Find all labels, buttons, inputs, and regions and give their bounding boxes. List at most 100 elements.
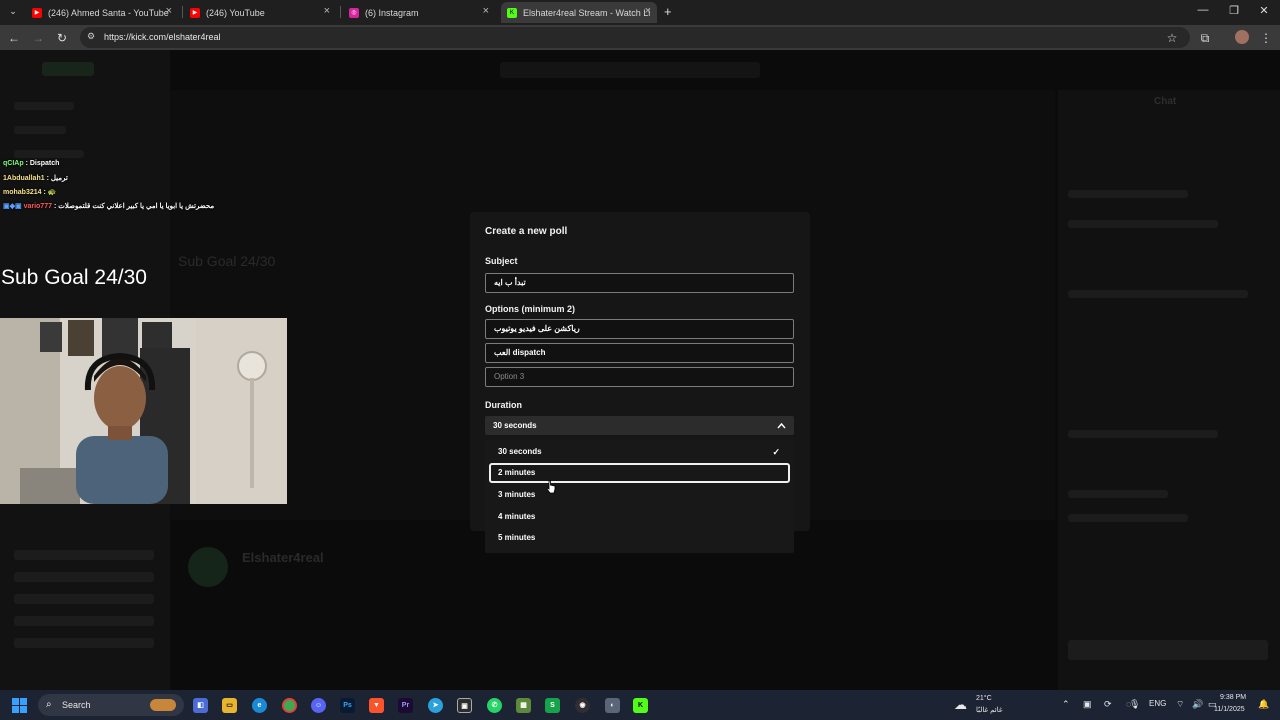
windows-start-icon[interactable] (12, 698, 27, 713)
reload-button[interactable]: ↻ (54, 30, 70, 46)
tab-instagram[interactable]: ◎ (6) Instagram × (343, 2, 495, 23)
duration-option-3m[interactable]: 3 minutes (489, 485, 790, 505)
tab-list-button[interactable]: ⌄ (6, 6, 20, 20)
close-tab-icon[interactable]: × (166, 5, 172, 17)
chat-username: mohab3214 (3, 189, 42, 196)
chat-message: : محضرتش يا ابويا يا امي يا كبير اعلاني … (53, 203, 215, 210)
url-text: https://kick.com/elshater4real (104, 32, 221, 42)
duration-select[interactable]: 30 seconds (485, 416, 794, 435)
brave-icon[interactable]: ▼ (369, 698, 384, 713)
duration-option-label: 3 minutes (498, 490, 536, 499)
dim-chat-line (1068, 220, 1218, 228)
duration-option-4m[interactable]: 4 minutes (489, 507, 790, 527)
close-window-button[interactable]: ✕ (1254, 4, 1274, 17)
chat-message: : ترميل (46, 175, 68, 182)
minecraft-icon[interactable]: ▦ (516, 698, 531, 713)
obs-icon[interactable]: ◉ (575, 698, 590, 713)
dim-streamer-avatar (188, 547, 228, 587)
duration-option-2m[interactable]: 2 minutes (489, 463, 790, 483)
app-green-icon[interactable]: S (545, 698, 560, 713)
volume-icon[interactable]: 🔊 (1192, 699, 1203, 710)
dim-nav-item (14, 150, 84, 158)
subject-input[interactable]: تبدأ ب ايه (485, 273, 794, 293)
app-gray-icon[interactable]: ◐ (605, 698, 620, 713)
telegram-icon[interactable]: ➤ (428, 698, 443, 713)
bookmark-star-icon[interactable]: ☆ (1164, 30, 1180, 46)
tab-kick-active[interactable]: K Elshater4real Stream - Watch Li × (501, 2, 657, 23)
duration-option-5m[interactable]: 5 minutes (489, 528, 790, 548)
webcam-feed (0, 318, 287, 504)
clock-time[interactable]: 9:38 PM (1220, 694, 1246, 701)
language-indicator[interactable]: ENG (1149, 699, 1166, 708)
duration-option-label: 4 minutes (498, 512, 536, 521)
dim-channel-row (14, 594, 154, 604)
mouse-cursor-icon (546, 480, 556, 494)
instagram-icon: ◎ (349, 7, 359, 18)
file-explorer-icon[interactable]: ▭ (222, 698, 237, 713)
option-1-input[interactable]: رياكشن على فيديو يوتيوب (485, 319, 794, 339)
tab-title: Elshater4real Stream - Watch Li (523, 7, 651, 18)
dim-nav-item (14, 126, 66, 134)
kick-app-icon[interactable]: K (633, 698, 648, 713)
browser-menu-icon[interactable]: ⋮ (1258, 30, 1274, 46)
dim-channel-row (14, 616, 154, 626)
checkmark-icon: ✓ (772, 447, 780, 457)
show-hidden-icons-icon[interactable]: ⌃ (1062, 699, 1070, 710)
app-icon[interactable]: ▣ (457, 698, 472, 713)
new-tab-button[interactable]: + (664, 4, 672, 19)
overlay-chat-line: mohab3214 : 🐢 (3, 188, 56, 196)
notification-bell-icon[interactable]: 🔔 (1258, 699, 1269, 710)
overlay-chat-line: 1Abduallah1 : ترميل (3, 174, 68, 182)
windows-taskbar: ⌕ Search ◧ ▭ e ☺ Ps ▼ Pr ➤ ▣ ✆ ▦ S ◉ ◐ K… (0, 690, 1280, 720)
dim-channel-row (14, 638, 154, 648)
whatsapp-icon[interactable]: ✆ (487, 698, 502, 713)
chrome-icon[interactable] (282, 698, 297, 713)
chat-message: : 🐢 (43, 189, 57, 196)
premiere-icon[interactable]: Pr (398, 698, 413, 713)
webcam-scene-image (0, 318, 287, 504)
dim-search-bar (500, 62, 760, 78)
close-tab-icon[interactable]: × (645, 5, 651, 17)
search-icon: ⌕ (46, 699, 52, 710)
tray-sync-icon[interactable]: ⟳ (1104, 699, 1112, 710)
duration-option-label: 30 seconds (498, 447, 542, 456)
search-highlight-icon (150, 699, 176, 711)
close-tab-icon[interactable]: × (483, 5, 489, 17)
back-button[interactable]: ← (6, 30, 22, 46)
tray-app-icon[interactable]: ▣ (1083, 699, 1092, 710)
task-view-icon[interactable]: ◧ (193, 698, 208, 713)
option-2-input[interactable]: العب dispatch (485, 343, 794, 363)
forward-button[interactable]: → (30, 30, 46, 46)
tab-youtube-ahmed[interactable]: ▶ (246) Ahmed Santa - YouTube × (26, 2, 178, 23)
close-tab-icon[interactable]: × (324, 5, 330, 17)
minimize-button[interactable]: — (1193, 4, 1213, 16)
site-info-icon[interactable]: ⚙ (87, 31, 95, 42)
option-3-input[interactable]: Option 3 (485, 367, 794, 387)
edge-icon[interactable]: e (252, 698, 267, 713)
dim-chat-input (1068, 640, 1268, 660)
profile-avatar[interactable] (1235, 30, 1249, 44)
chat-username: qCIAp (3, 160, 24, 167)
subject-label: Subject (485, 256, 518, 266)
extensions-icon[interactable]: ⧉ (1197, 30, 1213, 46)
chat-username: vario777 (23, 203, 52, 210)
microphone-icon[interactable]: 🎙 (1129, 699, 1140, 710)
wifi-icon[interactable]: ⌔ (1176, 699, 1184, 710)
youtube-icon: ▶ (190, 7, 200, 18)
dim-channel-row (14, 572, 154, 582)
duration-selected-value: 30 seconds (493, 421, 537, 430)
maximize-button[interactable]: ❐ (1224, 4, 1244, 17)
kick-icon: K (507, 7, 517, 18)
dim-channel-row (14, 550, 154, 560)
dim-logo (42, 62, 94, 76)
weather-icon[interactable]: ☁ (954, 697, 967, 713)
taskbar-search[interactable]: ⌕ Search (38, 694, 184, 716)
address-bar[interactable]: ⚙ https://kick.com/elshater4real (80, 27, 1190, 48)
discord-icon[interactable]: ☺ (311, 698, 326, 713)
tab-youtube[interactable]: ▶ (246) YouTube × (184, 2, 336, 23)
chat-username: 1Abduallah1 (3, 175, 45, 182)
duration-option-30s[interactable]: 30 seconds ✓ (489, 442, 790, 462)
photoshop-icon[interactable]: Ps (340, 698, 355, 713)
clock-date[interactable]: 11/1/2025 (1214, 706, 1245, 713)
weather-desc: غائم غالبًا (976, 707, 1003, 714)
